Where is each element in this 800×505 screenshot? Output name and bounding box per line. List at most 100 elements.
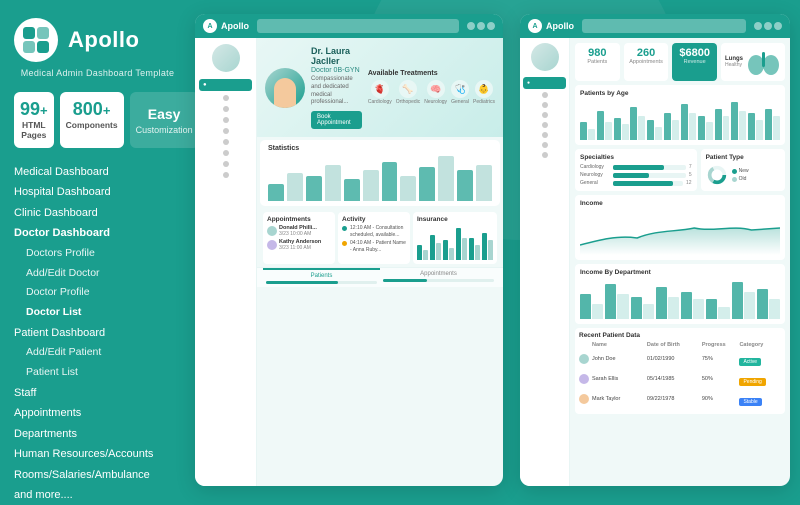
dept-bar-light-4 (693, 299, 704, 319)
dept-bar-light-6 (744, 292, 755, 320)
nav-hospital-dashboard[interactable]: Hospital Dashboard (14, 183, 181, 203)
nav-rooms-salaries[interactable]: Rooms/Salaries/Ambulance (14, 465, 181, 485)
age-bar-0 (580, 122, 587, 140)
age-bar-light-0 (588, 129, 595, 140)
r-sidebar-dot-7 (542, 152, 548, 158)
age-bar-light-5 (672, 120, 679, 140)
treatment-neurology: 🧠 Neurology (424, 80, 447, 105)
sidebar-avatar (212, 44, 240, 72)
sidebar-item-active[interactable]: ● (199, 79, 252, 91)
spec-row-3: General 12 (580, 180, 692, 186)
treatment-cardiology: 🫀 Cardiology (368, 80, 392, 105)
stat-components-number: 800+ (66, 100, 118, 118)
ins-bar-secondary-5 (488, 240, 493, 260)
mini-logo-center: A (203, 19, 217, 33)
pt-badge-row2: Pending (739, 370, 781, 388)
right-stats-row: 980 Patients 260 Appointments $6800 Reve… (575, 43, 785, 81)
nav-doctor-dashboard[interactable]: Doctor Dashboard (14, 224, 181, 244)
nav-hr-accounts[interactable]: Human Resources/Accounts (14, 445, 181, 465)
brand-name: Apollo (68, 27, 139, 53)
nav-and-more[interactable]: and more.... (14, 486, 181, 505)
pt-progress-row1: 75% (702, 356, 737, 362)
doctor-avatar (265, 68, 305, 108)
nav-patient-dashboard[interactable]: Patient Dashboard (14, 323, 181, 343)
treatment-icons-row: 🫀 Cardiology 🦴 Orthopedic 🧠 Neurology (368, 80, 495, 105)
ins-group-0 (417, 245, 428, 260)
patient-row-1: Donald Philli... 3/23 10:00 AM (267, 225, 331, 237)
url-bar-right[interactable] (582, 19, 746, 33)
nav-doctor-list[interactable]: Doctor List (14, 304, 181, 323)
age-group-5 (664, 113, 679, 140)
stat-pages-number: 99+ (20, 100, 48, 118)
table-row-2: Sarah Ellis 05/14/1985 50% Pending (579, 370, 781, 388)
nav-patient-list[interactable]: Patient List (14, 364, 181, 383)
tab-patients-progress (266, 281, 377, 284)
sidebar-dot-1 (223, 95, 229, 101)
center-layout: ● Dr. Laura Jacller Doctor 0B-GYN Compas… (195, 38, 503, 486)
pediatrics-label: Pediatrics (473, 99, 495, 105)
doctor-specialty: Doctor 0B-GYN (311, 67, 362, 74)
patient-row-2: Kathy Anderson 3/23 11:00 AM (267, 239, 331, 251)
nav-medical-dashboard[interactable]: Medical Dashboard (14, 162, 181, 182)
nav-appointments[interactable]: Appointments (14, 404, 181, 424)
nav-add-edit-doctor[interactable]: Add/Edit Doctor (14, 264, 181, 283)
lung-subtitle: Healthy (725, 62, 743, 68)
tab-appointments-progress-fill (383, 279, 427, 282)
age-group-0 (580, 122, 595, 140)
age-group-7 (698, 116, 713, 140)
center-main-content: Dr. Laura Jacller Doctor 0B-GYN Compassi… (257, 38, 503, 486)
right-main-content: 980 Patients 260 Appointments $6800 Reve… (570, 38, 790, 486)
pt-name-row3: Mark Taylor (592, 396, 644, 402)
pt-badge-row3: Stable (739, 390, 781, 408)
pt-header-row: Name Date of Birth Progress Category (579, 342, 781, 348)
age-bar-light-6 (689, 113, 696, 140)
dept-bar-3 (656, 287, 667, 320)
doctor-name: Dr. Laura Jacller (311, 46, 362, 66)
r-dot-3 (774, 22, 782, 30)
pt-col-category: Category (739, 342, 781, 348)
activity-item-1: 12:10 AM - Consultation scheduled, avail… (342, 225, 406, 238)
dept-group-2 (631, 297, 654, 320)
age-bar-9 (731, 102, 738, 140)
age-bar-11 (765, 109, 772, 140)
age-bar-light-11 (773, 116, 780, 140)
age-group-8 (715, 109, 730, 140)
activity-dot-2 (342, 241, 347, 246)
book-appointment-btn[interactable]: Book Appointment (311, 111, 362, 129)
treatment-general: 🩺 General (451, 80, 469, 105)
nav-doctor-profile[interactable]: Doctor Profile (14, 284, 181, 303)
donut-card: Patient Type New (701, 149, 785, 191)
url-bar-center[interactable] (257, 19, 459, 33)
nav-add-edit-patient[interactable]: Add/Edit Patient (14, 344, 181, 363)
treatment-orthopedic: 🦴 Orthopedic (396, 80, 420, 105)
tab-appointments-progress (383, 279, 494, 282)
donut-row: New Old (706, 164, 780, 186)
appointments-card: Appointments Donald Philli... 3/23 10:00… (263, 212, 335, 264)
patient-info-2: Kathy Anderson 3/23 11:00 AM (279, 239, 331, 251)
cardiology-icon: 🫀 (371, 80, 389, 98)
age-group-10 (748, 113, 763, 140)
tab-patients[interactable]: Patients (263, 268, 380, 287)
right-sidebar: ● (520, 38, 570, 486)
sidebar-dot-7 (223, 161, 229, 167)
nav-clinic-dashboard[interactable]: Clinic Dashboard (14, 203, 181, 223)
patient-detail-1: 3/23 10:00 AM (279, 231, 331, 237)
nav-doctors-profile[interactable]: Doctors Profile (14, 244, 181, 263)
center-bar-2 (306, 176, 322, 201)
logo-area: Apollo (14, 18, 181, 62)
stat-components-label: Components (66, 120, 118, 130)
pt-col-progress: Progress (702, 342, 737, 348)
right-stat-revenue: $6800 Revenue (672, 43, 717, 81)
ins-group-3 (456, 228, 467, 261)
dept-bar-light-1 (617, 294, 628, 319)
age-bar-light-4 (655, 127, 662, 140)
ins-bar-primary-4 (469, 238, 474, 261)
ins-bar-secondary-2 (449, 248, 454, 261)
r-dot-2 (764, 22, 772, 30)
tab-appointments[interactable]: Appointments (380, 268, 497, 287)
right-sidebar-item-active[interactable]: ● (523, 77, 566, 89)
activity-text-1: 12:10 AM - Consultation scheduled, avail… (350, 225, 406, 238)
nav-staff[interactable]: Staff (14, 383, 181, 403)
nav-departments[interactable]: Departments (14, 424, 181, 444)
ins-bar-secondary-4 (475, 245, 480, 260)
